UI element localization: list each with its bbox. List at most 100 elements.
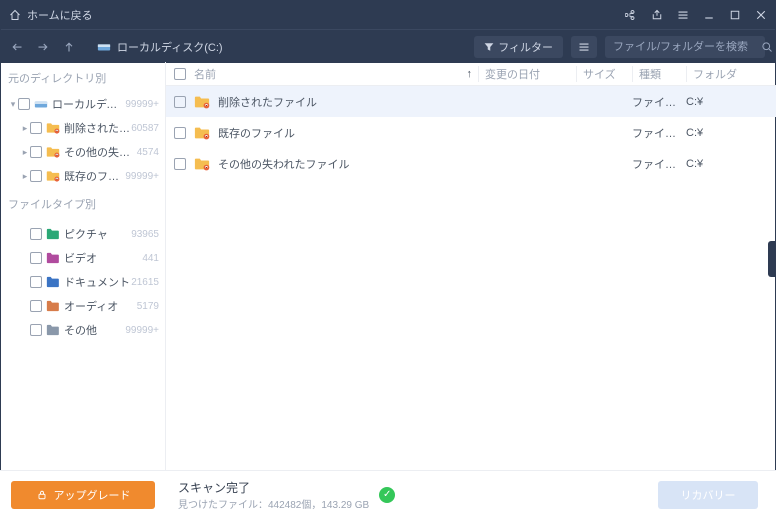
col-size[interactable]: サイズ (576, 66, 632, 82)
type-count: 5179 (137, 301, 159, 312)
minimize-icon[interactable] (703, 9, 715, 21)
view-toggle[interactable] (571, 36, 597, 58)
checkbox[interactable] (30, 276, 42, 288)
drive-icon (97, 41, 111, 53)
titlebar: ホームに戻る (1, 1, 775, 29)
type-icon (46, 228, 60, 240)
upgrade-button[interactable]: アップグレード (11, 481, 155, 509)
type-count: 441 (142, 253, 159, 264)
type-label: オーディオ (64, 298, 137, 314)
sidebar-type-title: ファイルタイプ別 (0, 188, 165, 218)
checkbox[interactable] (30, 300, 42, 312)
row-name: 削除されたファイル (218, 94, 478, 110)
caret-icon: ▾ (8, 99, 18, 110)
folder-icon (46, 146, 60, 158)
type-item[interactable]: ドキュメント21615 (0, 270, 165, 294)
checkbox[interactable] (18, 98, 30, 110)
type-icon (46, 300, 60, 312)
type-count: 93965 (131, 229, 159, 240)
tree-count: 99999+ (125, 99, 159, 110)
type-item[interactable]: ピクチャ93965 (0, 222, 165, 246)
caret-icon: ▸ (20, 171, 30, 182)
tree-label: 削除されたファイル (64, 120, 131, 136)
forward-icon[interactable] (37, 41, 49, 53)
type-item[interactable]: その他99999+ (0, 318, 165, 342)
home-icon (9, 9, 21, 21)
checkbox[interactable] (174, 127, 186, 139)
checkbox[interactable] (174, 158, 186, 170)
checkbox[interactable] (30, 228, 42, 240)
lock-icon (36, 489, 48, 501)
title-icons (625, 9, 767, 21)
folder-icon (194, 95, 210, 109)
type-label: その他 (64, 322, 125, 338)
export-icon[interactable] (651, 9, 663, 21)
col-name[interactable]: 名前↑ (194, 66, 478, 82)
breadcrumb[interactable]: ローカルディスク(C:) (97, 39, 223, 55)
col-type[interactable]: 種類 (632, 66, 686, 82)
type-item[interactable]: オーディオ5179 (0, 294, 165, 318)
menu-icon[interactable] (677, 9, 689, 21)
toolbar: ローカルディスク(C:) フィルター (1, 29, 775, 63)
tree-label: その他の失われたファイル (64, 144, 137, 160)
col-folder[interactable]: フォルダ (686, 66, 776, 82)
status-sub: 見つけたファイル：442482個，143.29 GB (178, 496, 369, 511)
close-icon[interactable] (755, 9, 767, 21)
folder-icon (46, 122, 60, 134)
tree-label: ローカルディスク(C:) (52, 96, 125, 112)
select-all-checkbox[interactable] (174, 68, 186, 80)
tree-item[interactable]: ▸その他の失われたファイル4574 (0, 140, 165, 164)
row-folder: C:¥ (686, 96, 776, 108)
table-row[interactable]: 既存のファイルファイル フ…C:¥ (166, 117, 776, 148)
drive-icon (34, 98, 48, 110)
checkbox[interactable] (30, 324, 42, 336)
col-date[interactable]: 変更の日付 (478, 66, 576, 82)
tree-label: 既存のファイル (64, 168, 125, 184)
path-label: ローカルディスク(C:) (117, 39, 223, 55)
column-header: 名前↑ 変更の日付 サイズ 種類 フォルダ (166, 62, 776, 86)
home-label: ホームに戻る (27, 7, 93, 23)
filter-button[interactable]: フィルター (474, 36, 563, 58)
search-icon (761, 41, 773, 53)
search-box[interactable] (605, 36, 765, 58)
up-icon[interactable] (63, 41, 75, 53)
back-icon[interactable] (11, 41, 23, 53)
type-item[interactable]: ビデオ441 (0, 246, 165, 270)
sidebar: 元のディレクトリ別 ▾ローカルディスク(C:)99999+▸削除されたファイル6… (0, 62, 166, 518)
row-folder: C:¥ (686, 158, 776, 170)
checkbox[interactable] (30, 146, 42, 158)
caret-icon: ▸ (20, 147, 30, 158)
side-panel-handle[interactable] (768, 241, 776, 277)
home-button[interactable]: ホームに戻る (9, 7, 93, 23)
type-count: 99999+ (125, 325, 159, 336)
recover-button[interactable]: リカバリー (658, 481, 758, 509)
footer: アップグレード スキャン完了 見つけたファイル：442482個，143.29 G… (0, 470, 776, 518)
row-type: ファイル フ… (632, 94, 686, 110)
checkbox[interactable] (174, 96, 186, 108)
checkbox[interactable] (30, 170, 42, 182)
row-name: その他の失われたファイル (218, 156, 478, 172)
folder-icon (194, 126, 210, 140)
share-icon[interactable] (625, 9, 637, 21)
table-row[interactable]: 削除されたファイル ファイル フ…C:¥ (166, 86, 776, 117)
checkbox[interactable] (30, 252, 42, 264)
type-icon (46, 252, 60, 264)
check-icon: ✓ (379, 487, 395, 503)
sort-asc-icon: ↑ (467, 68, 473, 80)
search-input[interactable] (613, 41, 755, 53)
tree-count: 60587 (131, 123, 159, 134)
tree-item[interactable]: ▸削除されたファイル60587 (0, 116, 165, 140)
type-icon (46, 324, 60, 336)
type-label: ドキュメント (64, 274, 131, 290)
maximize-icon[interactable] (729, 9, 741, 21)
folder-icon (46, 170, 60, 182)
row-folder: C:¥ (686, 127, 776, 139)
type-label: ビデオ (64, 250, 142, 266)
tree-item[interactable]: ▾ ローカルディスク(C:)99999+ (0, 92, 165, 116)
content: 名前↑ 変更の日付 サイズ 種類 フォルダ 削除されたファイルファイル フ…C:… (166, 62, 776, 518)
folder-icon (194, 157, 210, 171)
checkbox[interactable] (30, 122, 42, 134)
table-row[interactable]: その他の失われたファイルファイル フ…C:¥ (166, 148, 776, 179)
tree-item[interactable]: ▸既存のファイル99999+ (0, 164, 165, 188)
status-title: スキャン完了 (178, 479, 369, 496)
